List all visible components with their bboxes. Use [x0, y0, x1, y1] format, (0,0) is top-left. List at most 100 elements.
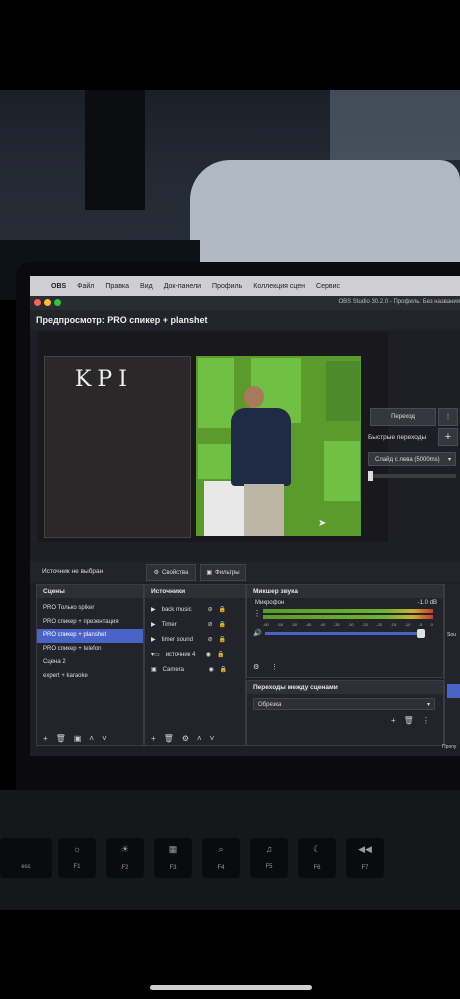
preview-label-bar: Предпросмотр: PRO спикер + planshet [30, 310, 460, 330]
scene-item[interactable]: PRO спикер + telefon [37, 643, 143, 657]
green-panel [324, 441, 360, 501]
move-up-icon[interactable]: ˄ [197, 734, 202, 743]
move-down-icon[interactable]: ˅ [210, 734, 215, 743]
background-monitor [85, 90, 145, 210]
volume-slider-handle[interactable] [417, 629, 425, 638]
more-icon[interactable]: ⋮ [422, 716, 430, 725]
transition-select-value: Обрезка [258, 702, 282, 708]
add-scene-icon[interactable]: + [43, 734, 48, 743]
fkey-label: F2 [121, 865, 129, 871]
scene-item[interactable]: expert + karaoke [37, 670, 143, 684]
home-indicator [150, 985, 312, 990]
transition-progress-slider[interactable] [368, 471, 456, 481]
minimize-window-button[interactable] [44, 299, 51, 306]
sources-dock: Источники ▶ back music ⊘ 🔒 ▶ Timer ⊘ 🔒 ▶… [144, 584, 246, 746]
source-row[interactable]: ▣ Camera ◉ 🔒 [145, 662, 245, 677]
mixer-title: Микшер звука [247, 585, 443, 598]
mixer-more-icon[interactable]: ⋮ [253, 609, 261, 618]
key-f6: ☾ F6 [298, 838, 336, 878]
fkey-label: F6 [313, 865, 321, 871]
folder-icon: ▾▭ [151, 652, 160, 658]
camera-icon: ▣ [151, 667, 157, 673]
add-quick-transition-button[interactable]: + [438, 428, 458, 446]
eye-hidden-icon[interactable]: ⊘ [208, 621, 213, 628]
scene-item[interactable]: PRO Только spiker [37, 602, 143, 616]
slide-transition-option[interactable]: Слайд с лева (5000ms) ▾ [368, 452, 456, 466]
move-down-icon[interactable]: ˅ [102, 734, 107, 743]
move-up-icon[interactable]: ˄ [89, 734, 94, 743]
scale-tick: -45 [305, 622, 312, 627]
transition-more-button[interactable]: ⋮ [438, 408, 458, 426]
scale-tick: -15 [390, 622, 397, 627]
key-f3: ▦ F3 [154, 838, 192, 878]
scale-tick: -50 [291, 622, 298, 627]
menu-edit[interactable]: Правка [105, 283, 129, 290]
transition-select[interactable]: Обрезка ▾ [253, 698, 435, 710]
menu-tools[interactable]: Сервис [316, 283, 340, 290]
speaker-body [231, 408, 291, 486]
slide-option-label: Слайд с лева (5000ms) [375, 457, 440, 463]
slider-handle[interactable] [368, 471, 373, 481]
preview-canvas[interactable]: KPI ➤ [38, 332, 388, 542]
macos-menubar: OBS Файл Правка Вид Док-панели Профиль К… [30, 276, 460, 296]
key-f4: ⌕ F4 [202, 838, 240, 878]
scene-item[interactable]: PRO спикер + презентация [37, 616, 143, 630]
scene-item[interactable]: Сцена 2 [37, 656, 143, 670]
zoom-window-button[interactable] [54, 299, 61, 306]
green-panel [326, 361, 360, 421]
source-row[interactable]: ▶ Timer ⊘ 🔒 [145, 617, 245, 632]
source-row[interactable]: ▶ back music ⊘ 🔒 [145, 602, 245, 617]
source-row[interactable]: ▶ timer sound ⊘ 🔒 [145, 632, 245, 647]
scenes-title: Сцены [37, 585, 143, 598]
menu-app-name[interactable]: OBS [51, 283, 66, 290]
mixer-menu-icon[interactable]: ⋮ [271, 663, 278, 671]
transition-button[interactable]: Переход [370, 408, 436, 426]
eye-hidden-icon[interactable]: ⊘ [208, 636, 213, 643]
lock-icon[interactable]: 🔒 [219, 636, 226, 643]
lock-icon[interactable]: 🔒 [220, 666, 227, 673]
menu-profile[interactable]: Профиль [212, 283, 242, 290]
properties-button[interactable]: ⚙ Свойства [146, 564, 196, 581]
close-window-button[interactable] [34, 299, 41, 306]
mixer-settings-icon[interactable]: ⚙ [253, 663, 259, 671]
source-name: источник 4 [165, 651, 196, 658]
add-transition-icon[interactable]: + [391, 716, 396, 725]
menu-view[interactable]: Вид [140, 283, 153, 290]
speaker-icon[interactable]: 🔊 [253, 629, 262, 637]
trash-icon[interactable]: 🗑 [404, 716, 414, 725]
eye-hidden-icon[interactable]: ⊘ [208, 606, 213, 613]
filter-icon: ▣ [206, 570, 213, 576]
fkey-label: F4 [217, 865, 225, 871]
transition-controls: + 🗑 ⋮ [391, 716, 430, 725]
lock-icon[interactable]: 🔒 [217, 651, 224, 658]
play-icon: ▶ [151, 637, 156, 643]
preview-title: Предпросмотр: PRO спикер + planshet [36, 315, 208, 325]
filters-button[interactable]: ▣ Фильтры [200, 564, 246, 581]
add-source-icon[interactable]: + [151, 734, 156, 743]
scale-tick: -30 [347, 622, 354, 627]
menu-file[interactable]: Файл [77, 283, 94, 290]
source-row[interactable]: ▾▭ источник 4 ◉ 🔒 [145, 647, 245, 662]
lock-icon[interactable]: 🔒 [219, 606, 226, 613]
window-light [330, 90, 460, 160]
scale-tick: -55 [277, 622, 283, 627]
menu-scene-collection[interactable]: Коллекция сцен [253, 283, 305, 290]
key-f2: ☀ F2 [106, 838, 144, 878]
gear-icon[interactable]: ⚙ [182, 734, 189, 743]
scene-item-selected[interactable]: PRO спикер + planshet [37, 629, 143, 643]
eye-icon[interactable]: ◉ [209, 666, 214, 673]
trash-icon[interactable]: 🗑 [164, 734, 174, 743]
scenes-footer: + 🗑 ▣ ˄ ˅ [37, 731, 143, 745]
start-button-partial[interactable] [447, 684, 460, 698]
lock-icon[interactable]: 🔒 [219, 621, 226, 628]
play-icon: ▶ [151, 607, 156, 613]
source-status-text: Источник не выбран [42, 568, 104, 575]
volume-slider[interactable] [265, 629, 425, 638]
gear-icon: ⚙ [153, 570, 160, 576]
scene-filter-icon[interactable]: ▣ [74, 734, 82, 743]
side-label: Sou [447, 632, 456, 638]
laptop-screen: OBS Файл Правка Вид Док-панели Профиль К… [30, 276, 460, 756]
menu-docks[interactable]: Док-панели [164, 283, 201, 290]
eye-icon[interactable]: ◉ [206, 651, 211, 658]
trash-icon[interactable]: 🗑 [56, 734, 66, 743]
